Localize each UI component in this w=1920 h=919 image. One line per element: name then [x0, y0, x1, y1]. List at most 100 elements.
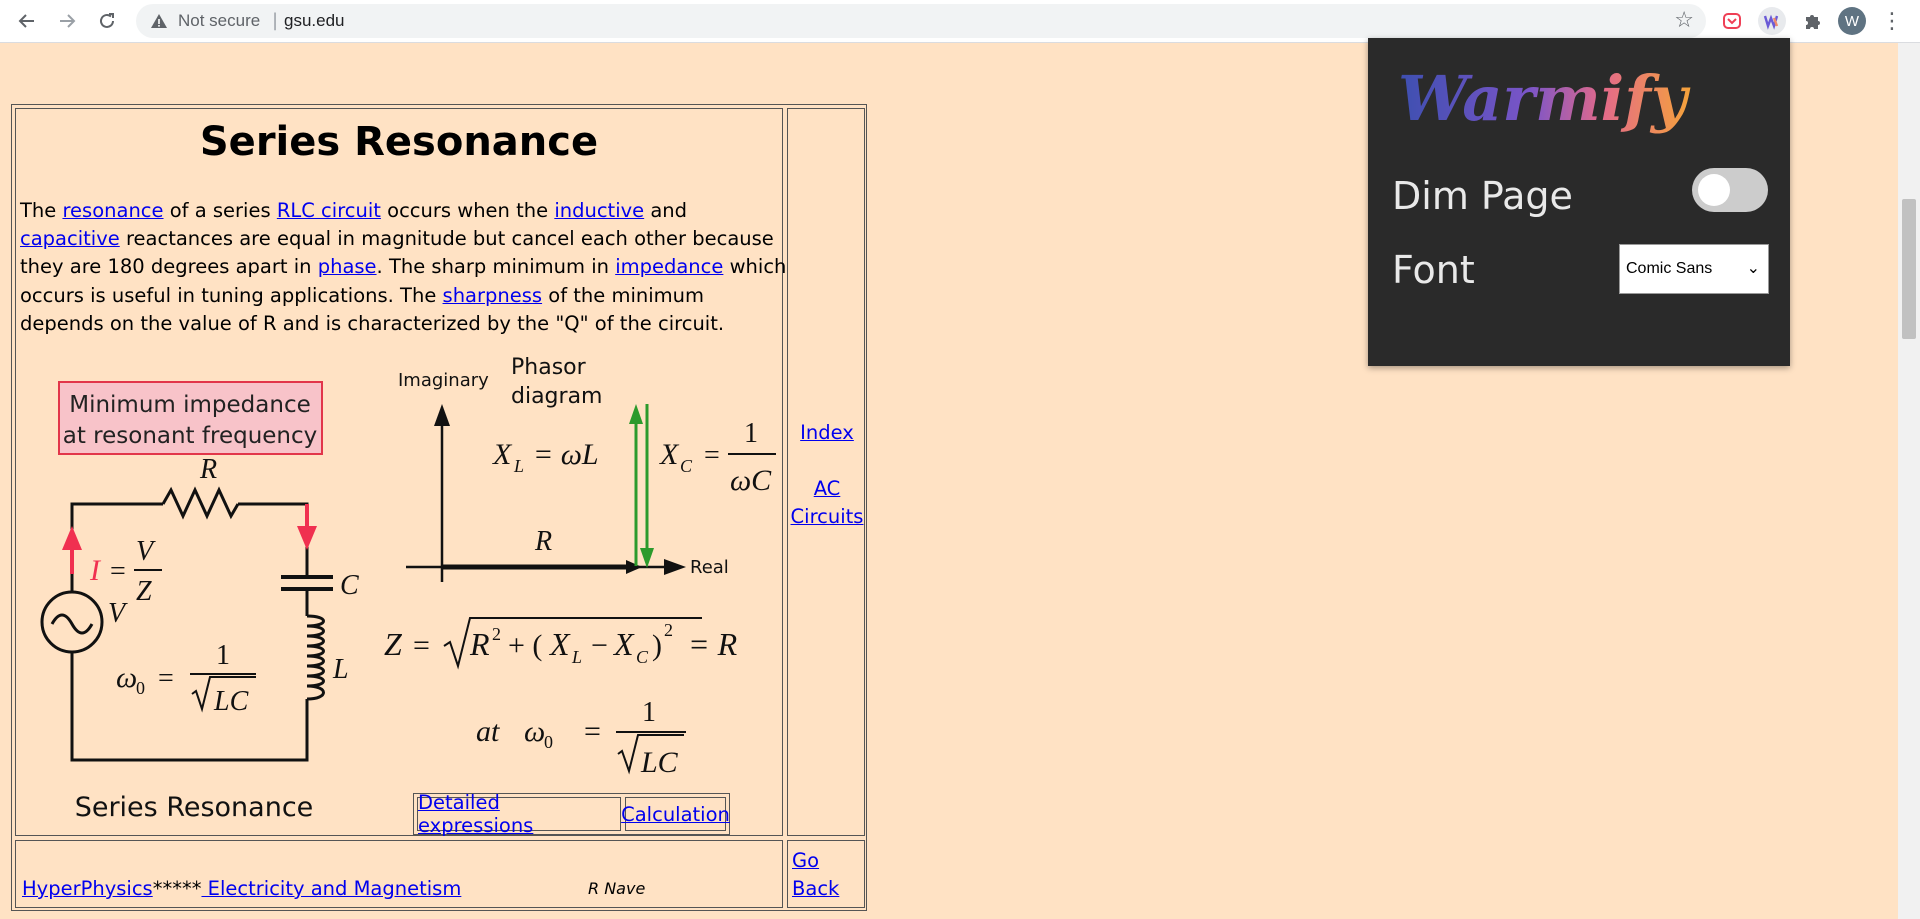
frac-Z: Z	[136, 576, 152, 607]
arrowhead	[629, 404, 643, 424]
paragraph-text: occurs when the	[380, 199, 555, 222]
r-phasor-label: R	[534, 526, 552, 557]
current-I-label: I	[89, 554, 102, 587]
series-resonance-figure: Minimum impedance at resonant frequency …	[40, 355, 776, 823]
z-R: R	[469, 626, 490, 662]
back-link[interactable]: Back	[792, 875, 839, 903]
z-XL-sub: L	[571, 647, 582, 667]
link-capacitive[interactable]: capacitive	[20, 227, 120, 250]
z-eq-r: = R	[688, 626, 738, 662]
page-scrollbar[interactable]	[1898, 43, 1920, 919]
calculation-link[interactable]: Calculation	[621, 803, 730, 826]
detailed-expressions-link[interactable]: Detailed expressions	[418, 791, 620, 837]
url-separator: |	[272, 10, 279, 31]
dim-page-toggle[interactable]	[1692, 168, 1768, 212]
arrowhead	[626, 560, 642, 574]
arrowhead	[434, 404, 450, 426]
url-text[interactable]: gsu.edu	[284, 11, 345, 31]
z-XC: X	[612, 626, 635, 662]
paragraph-text: The	[20, 199, 63, 222]
capacitor-label: C	[340, 570, 359, 601]
box-line-2: at resonant frequency	[63, 423, 318, 449]
z-minus: −	[591, 629, 608, 662]
xc-omega-c: ωC	[730, 464, 772, 497]
phasor-label-1: Phasor	[511, 355, 587, 380]
scrollbar-thumb[interactable]	[1902, 199, 1916, 339]
omega0-sqrt-lc: LC	[213, 686, 249, 717]
main-cell: Series Resonance The resonance of a seri…	[15, 108, 786, 837]
hyperphysics-link[interactable]: HyperPhysics	[22, 877, 153, 900]
forward-button[interactable]	[53, 7, 81, 35]
box-line-1: Minimum impedance	[69, 392, 311, 418]
link-resonance[interactable]: resonance	[62, 199, 163, 222]
xl-equation: = ωL	[533, 438, 599, 471]
z-sup-2: 2	[664, 620, 673, 640]
omega0-symbol: ω	[116, 661, 137, 694]
z-sup-1: 2	[492, 624, 501, 644]
dim-page-label: Dim Page	[1392, 174, 1573, 218]
link-phase[interactable]: phase	[318, 255, 377, 278]
z-plus: + (	[508, 629, 542, 662]
xc-X: X	[659, 438, 680, 471]
menu-icon[interactable]: ⋮	[1878, 7, 1906, 35]
arrowhead	[640, 548, 654, 568]
back-button[interactable]	[13, 7, 41, 35]
author-credit: R Nave	[588, 879, 646, 898]
puzzle-icon	[1806, 15, 1820, 29]
xl-X: X	[492, 438, 513, 471]
electricity-magnetism-link[interactable]: Electricity and Magnetism	[201, 877, 462, 900]
calculation-cell: Calculation	[621, 797, 730, 831]
at-sqrt-lc: LC	[640, 746, 679, 779]
arrowhead	[664, 559, 686, 575]
xc-eq: =	[704, 440, 720, 471]
xc-one: 1	[744, 418, 758, 449]
intro-paragraph: The resonance of a series RLC circuit oc…	[20, 197, 790, 338]
arrowhead	[62, 526, 82, 550]
go-link[interactable]: Go	[792, 847, 819, 875]
security-label[interactable]: Not secure	[178, 11, 260, 31]
z-eq: =	[413, 629, 430, 662]
imaginary-label: Imaginary	[398, 370, 489, 391]
pocket-icon	[1723, 13, 1741, 29]
resistor-label: R	[199, 454, 217, 485]
eq-sign: =	[110, 556, 126, 587]
footer-links: HyperPhysics***** Electricity and Magnet…	[22, 877, 461, 900]
page-title: Series Resonance	[199, 119, 599, 165]
index-link[interactable]: Index	[798, 419, 856, 447]
link-impedance[interactable]: impedance	[615, 255, 723, 278]
expression-buttons: Detailed expressions Calculation	[413, 791, 730, 837]
paragraph-text: . The sharp minimum in	[376, 255, 616, 279]
ac-link-line1[interactable]: AC	[790, 475, 864, 503]
link-rlc-circuit[interactable]: RLC circuit	[277, 199, 381, 222]
link-inductive[interactable]: inductive	[554, 199, 644, 222]
profile-avatar[interactable]: W	[1838, 7, 1866, 35]
xc-sub: C	[680, 456, 693, 476]
arrowhead	[297, 526, 317, 550]
inductor-label: L	[332, 654, 349, 685]
at-omega-sub: 0	[544, 732, 553, 752]
font-selected-value: Comic Sans	[1626, 260, 1713, 277]
extensions-button[interactable]	[1798, 7, 1826, 35]
font-select[interactable]: Comic Sans ⌄	[1619, 244, 1769, 294]
reload-button[interactable]	[93, 7, 121, 35]
omega0-subscript: 0	[136, 678, 145, 698]
reload-icon	[100, 13, 114, 28]
address-bar[interactable]: Not secure | gsu.edu ☆	[136, 4, 1706, 38]
frac-V: V	[136, 536, 156, 567]
chevron-down-icon: ⌄	[1746, 260, 1760, 277]
inductor-symbol	[306, 614, 325, 701]
at-omega: ω	[524, 715, 545, 748]
extension-pocket-button[interactable]	[1718, 7, 1746, 35]
at-label: at	[476, 715, 500, 748]
extension-warmify-button[interactable]	[1758, 7, 1786, 35]
phasor-label-2: diagram	[511, 384, 602, 409]
toggle-knob	[1698, 174, 1730, 206]
sine-wave	[50, 613, 94, 635]
bookmark-star-icon[interactable]: ☆	[1674, 8, 1694, 33]
at-one: 1	[642, 697, 656, 728]
link-sharpness[interactable]: sharpness	[443, 284, 543, 307]
paragraph-text: of a series	[163, 199, 277, 222]
ac-circuits-link[interactable]: Circuits	[790, 503, 864, 531]
circuit-caption: Series Resonance	[75, 792, 314, 823]
z-XL: X	[548, 626, 571, 662]
